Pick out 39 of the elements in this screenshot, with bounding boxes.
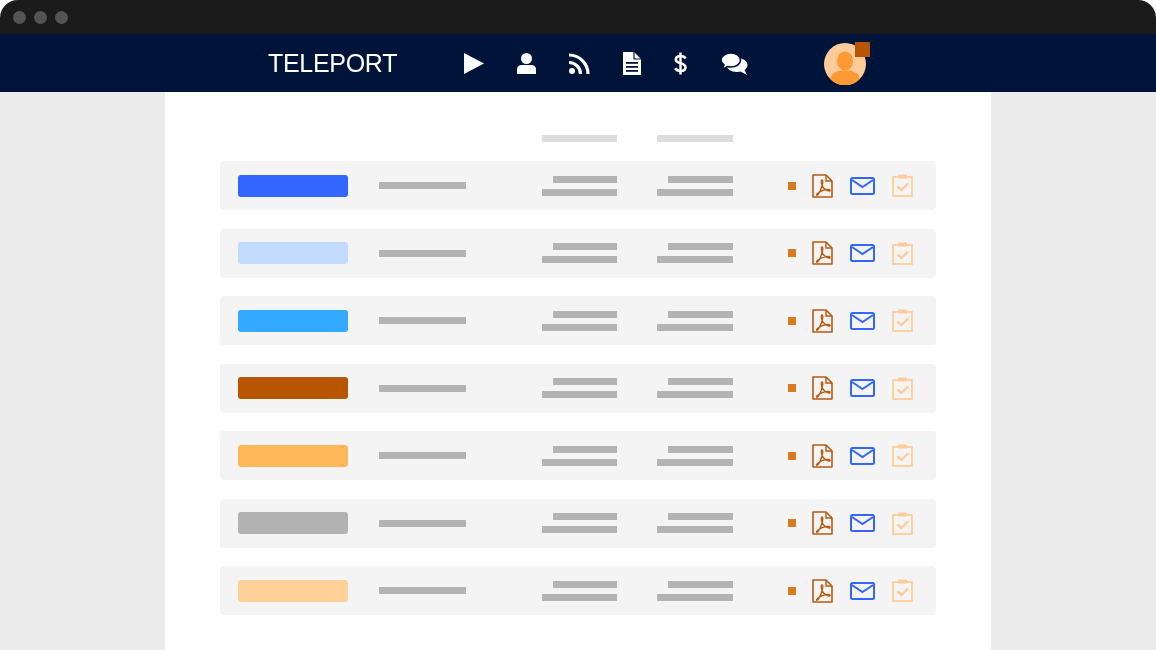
- pdf-file-icon[interactable]: [812, 376, 833, 400]
- envelope-icon[interactable]: [850, 311, 875, 330]
- window-control-icon[interactable]: [13, 10, 26, 24]
- pdf-file-icon[interactable]: [812, 241, 833, 265]
- play-icon[interactable]: [463, 52, 485, 74]
- document-icon[interactable]: [623, 51, 642, 75]
- window-control-icon[interactable]: [55, 10, 68, 24]
- clipboard-check-icon[interactable]: [892, 241, 913, 265]
- logo-text[interactable]: TELEPORT: [268, 48, 398, 78]
- clipboard-check-icon[interactable]: [892, 174, 913, 197]
- status-marker-icon: [788, 181, 796, 190]
- status-marker-icon: [788, 586, 796, 595]
- envelope-icon[interactable]: [850, 514, 875, 532]
- status-marker-icon: [788, 316, 796, 325]
- envelope-icon[interactable]: [850, 244, 875, 262]
- clipboard-check-icon[interactable]: [892, 444, 913, 467]
- envelope-icon[interactable]: [850, 581, 875, 600]
- envelope-icon[interactable]: [850, 446, 875, 465]
- pdf-file-icon[interactable]: [812, 511, 833, 535]
- avatar-icon[interactable]: [824, 43, 867, 85]
- envelope-icon[interactable]: [850, 176, 875, 195]
- pdf-file-icon[interactable]: [812, 443, 833, 468]
- status-marker-icon: [788, 519, 796, 527]
- pdf-file-icon[interactable]: [812, 173, 833, 198]
- rss-icon[interactable]: [569, 52, 591, 74]
- status-marker-icon: [788, 451, 796, 460]
- clipboard-check-icon[interactable]: [892, 309, 913, 332]
- dollar-icon[interactable]: [674, 51, 688, 75]
- envelope-icon[interactable]: [850, 379, 875, 397]
- pdf-file-icon[interactable]: [812, 578, 833, 603]
- window-control-icon[interactable]: [34, 10, 47, 24]
- status-marker-icon: [788, 249, 796, 257]
- clipboard-check-icon[interactable]: [892, 376, 913, 400]
- clipboard-check-icon[interactable]: [892, 511, 913, 535]
- chat-icon[interactable]: [720, 51, 749, 75]
- clipboard-check-icon[interactable]: [892, 579, 913, 602]
- pdf-file-icon[interactable]: [812, 308, 833, 333]
- status-marker-icon: [788, 384, 796, 392]
- user-icon[interactable]: [517, 52, 537, 74]
